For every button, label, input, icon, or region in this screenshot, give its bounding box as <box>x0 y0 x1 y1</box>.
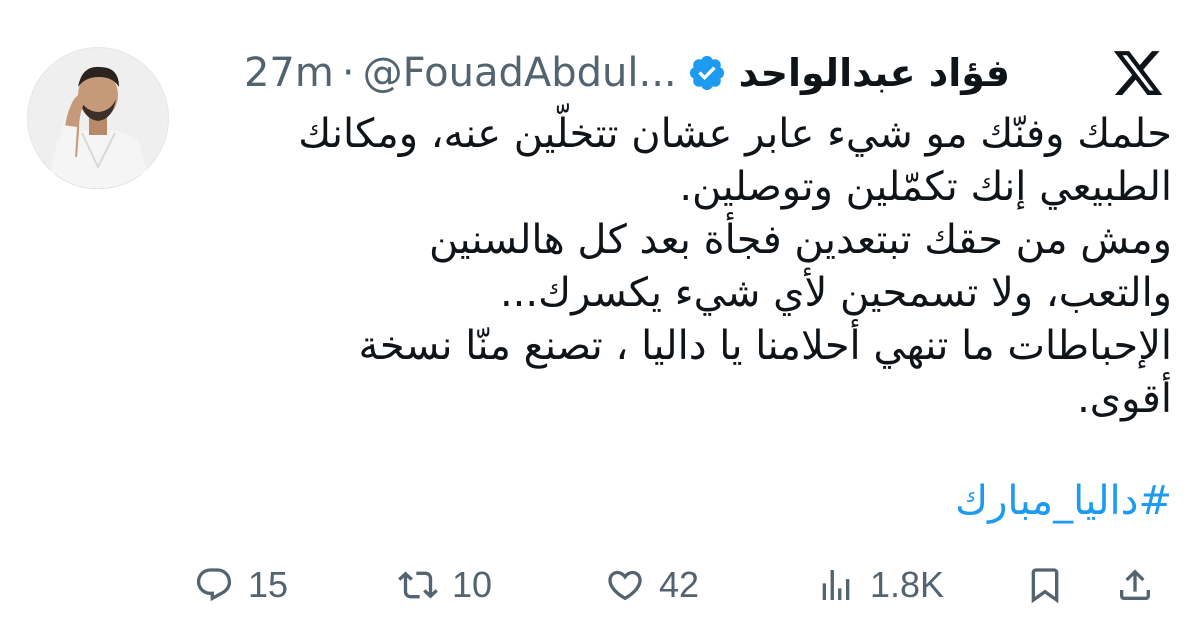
tweet-text-line: الطبيعي إنك تكمّلين وتوصلين. <box>679 164 1172 210</box>
reply-button[interactable]: 15 <box>194 555 288 615</box>
bookmark-button[interactable] <box>1025 555 1065 615</box>
share-button[interactable] <box>1115 555 1155 615</box>
verified-badge-icon <box>689 55 724 91</box>
tweet-header: فؤاد عبدالواحد @FouadAbdul... · 27m <box>0 50 1200 98</box>
author-name[interactable]: فؤاد عبدالواحد <box>739 51 1010 95</box>
action-bar: 15 10 42 1.8K <box>0 555 1200 615</box>
retweet-button[interactable]: 10 <box>398 555 492 615</box>
like-count: 42 <box>659 564 700 605</box>
hashtag-link[interactable]: #داليا_مبارك <box>955 478 1172 524</box>
header-separator: · <box>341 50 355 96</box>
tweet-text-line: حلمك وفنّك مو شيء عابر عشان تتخلّين عنه،… <box>298 111 1172 157</box>
views-count: 1.8K <box>870 564 945 605</box>
tweet-text: حلمك وفنّك مو شيء عابر عشان تتخلّين عنه،… <box>212 108 1172 426</box>
views-button[interactable]: 1.8K <box>816 555 944 615</box>
author-info: فؤاد عبدالواحد @FouadAbdul... · 27m <box>244 50 1010 96</box>
reply-icon <box>196 568 232 602</box>
heart-icon <box>608 570 642 601</box>
bookmark-icon <box>1031 568 1059 604</box>
post-time[interactable]: 27m <box>244 50 334 96</box>
tweet-text-line: ومش من حقك تبتعدين فجأة بعد كل هالسنين <box>428 217 1172 263</box>
like-button[interactable]: 42 <box>605 555 699 615</box>
share-icon <box>1120 569 1150 600</box>
retweet-icon <box>398 571 438 599</box>
tweet-text-line: والتعب، ولا تسمحين لأي شيء يكسرك... <box>499 270 1172 316</box>
tweet-text-line: أقوى. <box>1077 376 1172 422</box>
reply-count: 15 <box>248 564 289 605</box>
tweet-text-line: الإحباطات ما تنهي أحلامنا يا داليا ، تصن… <box>358 323 1172 369</box>
retweet-count: 10 <box>452 564 493 605</box>
tweet-card: فؤاد عبدالواحد @FouadAbdul... · 27m حلمك… <box>0 0 1200 625</box>
author-handle[interactable]: @FouadAbdul... <box>363 50 677 96</box>
views-chart-icon <box>822 570 850 600</box>
